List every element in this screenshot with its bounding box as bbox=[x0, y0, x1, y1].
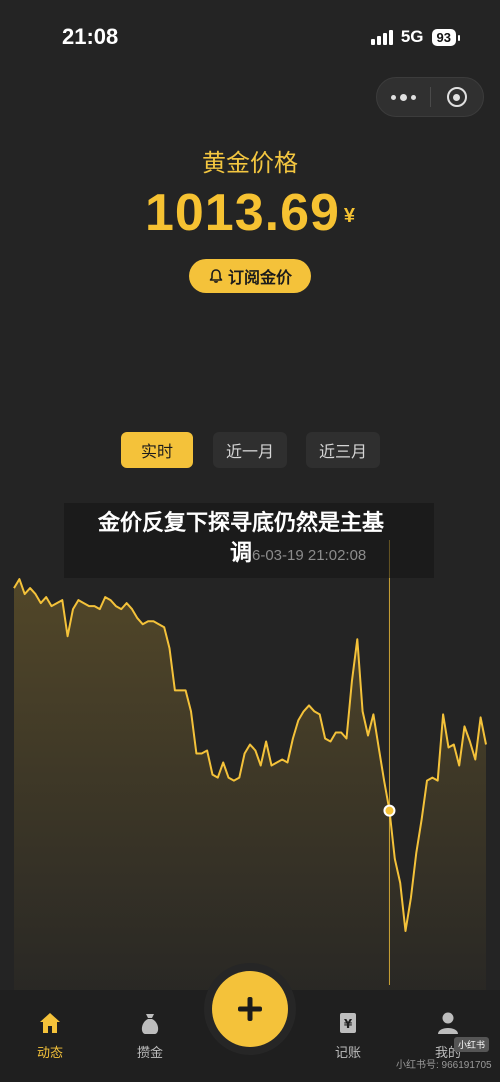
svg-text:¥: ¥ bbox=[344, 1017, 353, 1031]
headline-backdrop-edge bbox=[406, 503, 434, 578]
status-indicators: 5G 93 bbox=[370, 27, 461, 47]
nav-profile[interactable]: 我的 bbox=[418, 1010, 478, 1061]
tooltip-timestamp: 6-03-19 21:02:08 bbox=[252, 547, 367, 564]
user-icon bbox=[435, 1010, 461, 1036]
currency-symbol: ¥ bbox=[343, 205, 356, 227]
status-time: 21:08 bbox=[62, 24, 119, 49]
money-bag-icon bbox=[137, 1010, 163, 1036]
tab-three-months[interactable]: 近三月 bbox=[306, 432, 380, 468]
battery-icon: 93 bbox=[431, 28, 461, 46]
more-dots-icon bbox=[390, 93, 416, 101]
period-tabs: 实时 近一月 近三月 bbox=[0, 432, 500, 468]
nav-label: 攒金 bbox=[136, 1046, 163, 1061]
gold-price: 1013.69 ¥ bbox=[0, 183, 500, 243]
home-icon bbox=[37, 1010, 63, 1036]
subscribe-button[interactable]: 订阅金价 bbox=[189, 259, 311, 293]
price-value: 1013.69 bbox=[144, 184, 340, 242]
chart-area-fill bbox=[14, 579, 486, 1000]
tab-realtime[interactable]: 实时 bbox=[121, 432, 193, 468]
ledger-icon: ¥ bbox=[335, 1010, 361, 1036]
close-miniprogram-button[interactable] bbox=[431, 78, 484, 116]
network-label: 5G bbox=[400, 27, 424, 46]
tab-one-month[interactable]: 近一月 bbox=[213, 432, 287, 468]
nav-label: 动态 bbox=[36, 1046, 63, 1061]
price-chart[interactable] bbox=[0, 540, 500, 1000]
signal-icon bbox=[370, 29, 393, 45]
nav-save-gold[interactable]: 攒金 bbox=[120, 1010, 180, 1061]
watermark-badge: 小红书 bbox=[454, 1037, 490, 1052]
target-icon bbox=[446, 87, 467, 107]
add-button[interactable] bbox=[212, 971, 288, 1047]
more-button[interactable] bbox=[377, 78, 430, 116]
headline-overflow: 调 bbox=[229, 541, 252, 566]
nav-ledger[interactable]: ¥ 记账 bbox=[318, 1010, 378, 1061]
subscribe-label: 订阅金价 bbox=[227, 268, 292, 287]
page-title: 黄金价格 bbox=[202, 149, 298, 177]
status-bar: 21:08 5G 93 bbox=[0, 0, 500, 70]
nav-label: 记账 bbox=[334, 1046, 361, 1061]
bell-icon bbox=[209, 269, 223, 283]
watermark: 小红书号: 966191705 bbox=[396, 1060, 492, 1071]
miniprogram-capsule bbox=[376, 77, 484, 117]
nav-dynamics[interactable]: 动态 bbox=[20, 1010, 80, 1061]
plus-icon bbox=[238, 997, 262, 1021]
headline-main: 金价反复下探寻底仍然是主基 bbox=[97, 511, 384, 536]
selected-point-marker bbox=[383, 804, 396, 817]
